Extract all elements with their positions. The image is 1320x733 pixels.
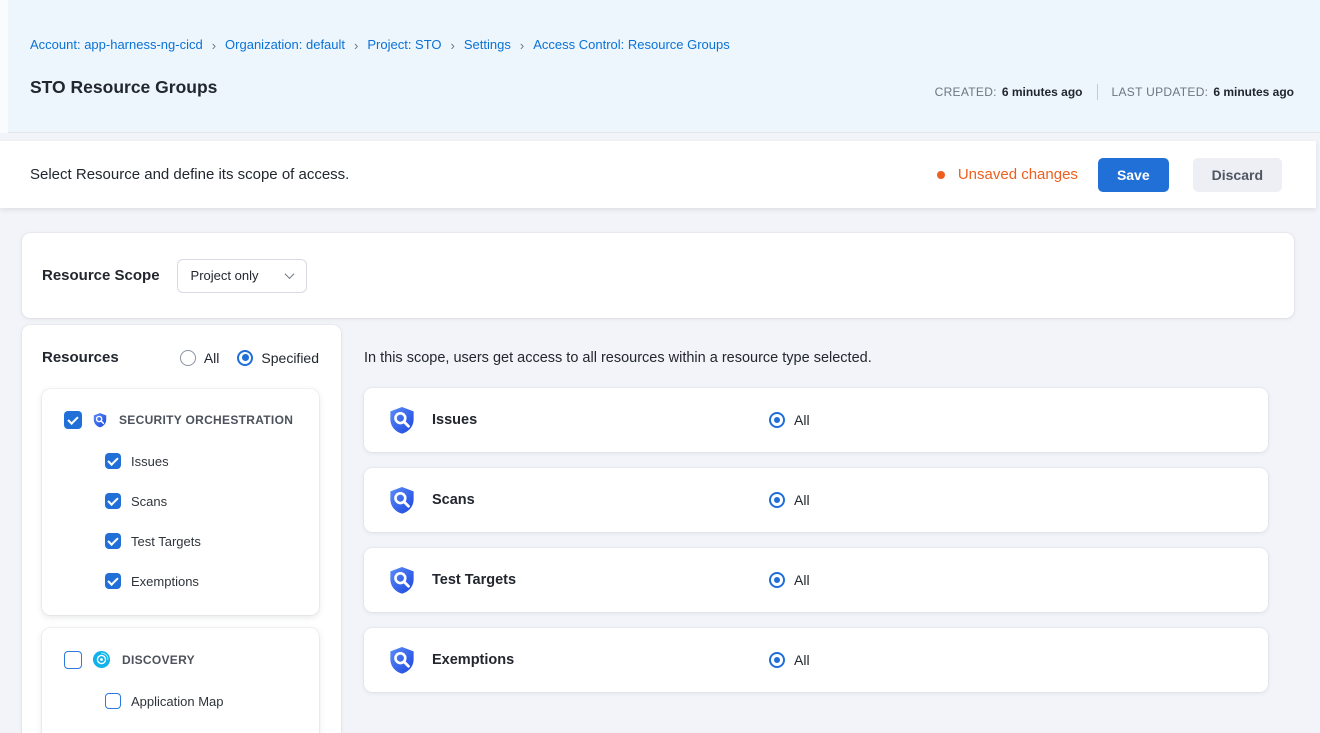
resource-scope-selected-value: Project only	[191, 268, 259, 283]
row-label: Test Targets	[432, 572, 516, 588]
group-header[interactable]: SECURITY ORCHESTRATION	[64, 411, 305, 429]
access-radio-group: All	[769, 468, 810, 532]
group-checkbox-discovery[interactable]	[64, 651, 82, 669]
resource-item-test-targets[interactable]: Test Targets	[105, 533, 305, 549]
breadcrumb-link-organization[interactable]: Organization: default	[225, 37, 345, 52]
checkbox-test-targets[interactable]	[105, 533, 121, 549]
created-meta: CREATED: 6 minutes ago	[935, 85, 1083, 99]
page-header: Account: app-harness-ng-cicd › Organizat…	[0, 0, 1320, 133]
resources-panel-header: Resources All Specified	[42, 349, 319, 366]
shield-search-icon	[387, 565, 417, 595]
unsaved-changes-label: Unsaved changes	[958, 166, 1078, 183]
last-updated-value: 6 minutes ago	[1213, 85, 1294, 99]
resource-row-issues: Issues All	[364, 388, 1268, 452]
access-radio-group: All	[769, 388, 810, 452]
resource-item-exemptions[interactable]: Exemptions	[105, 573, 305, 589]
shield-search-icon	[387, 485, 417, 515]
group-name-label: DISCOVERY	[122, 653, 195, 667]
radio-option-all[interactable]: All	[180, 350, 220, 366]
toolbar-actions: Unsaved changes Save Discard	[937, 158, 1282, 192]
breadcrumb-link-access-control[interactable]: Access Control: Resource Groups	[533, 37, 730, 52]
item-label: Exemptions	[131, 574, 199, 589]
resource-group-security-orchestration: SECURITY ORCHESTRATION Issues Scans Test…	[42, 389, 319, 615]
radio-option-specified[interactable]: Specified	[237, 350, 319, 366]
shield-search-icon	[387, 405, 417, 435]
last-updated-meta: LAST UPDATED: 6 minutes ago	[1112, 85, 1295, 99]
chevron-right-icon: ›	[354, 38, 358, 52]
scope-note: In this scope, users get access to all r…	[364, 350, 872, 366]
radar-icon	[92, 650, 111, 669]
resource-rows: Issues All Scans All Test Targets All	[364, 388, 1268, 692]
chevron-down-icon	[284, 269, 294, 279]
row-label: Issues	[432, 412, 477, 428]
radio-specified-label: Specified	[261, 350, 319, 366]
item-label: Issues	[131, 454, 169, 469]
resource-row-exemptions: Exemptions All	[364, 628, 1268, 692]
unsaved-changes-indicator: Unsaved changes	[937, 166, 1078, 183]
access-radio-group: All	[769, 628, 810, 692]
action-toolbar: Select Resource and define its scope of …	[0, 141, 1316, 208]
save-button[interactable]: Save	[1098, 158, 1169, 192]
checkbox-exemptions[interactable]	[105, 573, 121, 589]
breadcrumb-link-settings[interactable]: Settings	[464, 37, 511, 52]
resources-mode-radios: All Specified	[180, 350, 319, 366]
created-value: 6 minutes ago	[1002, 85, 1083, 99]
access-all-label: All	[794, 412, 810, 428]
access-radio-group: All	[769, 548, 810, 612]
row-label: Exemptions	[432, 652, 514, 668]
access-all-label: All	[794, 652, 810, 668]
checkbox-application-map[interactable]	[105, 693, 121, 709]
resources-title: Resources	[42, 349, 119, 366]
radio-all-access-icon[interactable]	[769, 492, 785, 508]
resource-item-application-map[interactable]: Application Map	[105, 693, 305, 709]
header-meta: CREATED: 6 minutes ago LAST UPDATED: 6 min…	[935, 84, 1294, 100]
resources-panel: Resources All Specified SECURITY ORCHEST…	[22, 325, 341, 733]
group-checkbox-security-orchestration[interactable]	[64, 411, 82, 429]
chevron-right-icon: ›	[212, 38, 216, 52]
chevron-right-icon: ›	[451, 38, 455, 52]
resource-row-test-targets: Test Targets All	[364, 548, 1268, 612]
resource-group-discovery: DISCOVERY Application Map	[42, 628, 319, 733]
row-label: Scans	[432, 492, 475, 508]
resource-item-issues[interactable]: Issues	[105, 453, 305, 469]
chevron-right-icon: ›	[520, 38, 524, 52]
item-label: Scans	[131, 494, 167, 509]
resource-groups-page: Account: app-harness-ng-cicd › Organizat…	[0, 0, 1320, 733]
unsaved-dot-icon	[937, 171, 945, 179]
checkbox-scans[interactable]	[105, 493, 121, 509]
access-all-label: All	[794, 492, 810, 508]
radio-all-label: All	[204, 350, 220, 366]
radio-all-access-icon[interactable]	[769, 652, 785, 668]
breadcrumb: Account: app-harness-ng-cicd › Organizat…	[30, 37, 730, 52]
breadcrumb-link-account[interactable]: Account: app-harness-ng-cicd	[30, 37, 203, 52]
resource-scope-card: Resource Scope Project only	[22, 233, 1294, 318]
shield-search-icon	[92, 412, 108, 428]
shield-search-icon	[387, 645, 417, 675]
group-items: Issues Scans Test Targets Exemptions	[105, 453, 305, 589]
discard-button[interactable]: Discard	[1193, 158, 1282, 192]
meta-divider	[1097, 84, 1098, 100]
toolbar-description: Select Resource and define its scope of …	[30, 166, 937, 183]
group-items: Application Map	[105, 693, 305, 709]
created-label: CREATED:	[935, 85, 997, 99]
resource-scope-select[interactable]: Project only	[177, 259, 307, 293]
radio-all-icon[interactable]	[180, 350, 196, 366]
radio-specified-icon[interactable]	[237, 350, 253, 366]
access-all-label: All	[794, 572, 810, 588]
resource-scope-label: Resource Scope	[42, 267, 160, 284]
checkbox-issues[interactable]	[105, 453, 121, 469]
radio-all-access-icon[interactable]	[769, 412, 785, 428]
resource-row-scans: Scans All	[364, 468, 1268, 532]
radio-all-access-icon[interactable]	[769, 572, 785, 588]
page-title: STO Resource Groups	[30, 77, 217, 98]
breadcrumb-link-project[interactable]: Project: STO	[367, 37, 441, 52]
last-updated-label: LAST UPDATED:	[1112, 85, 1209, 99]
item-label: Application Map	[131, 694, 224, 709]
left-gutter	[0, 0, 8, 133]
group-header[interactable]: DISCOVERY	[64, 650, 305, 669]
resource-item-scans[interactable]: Scans	[105, 493, 305, 509]
item-label: Test Targets	[131, 534, 201, 549]
group-name-label: SECURITY ORCHESTRATION	[119, 413, 293, 427]
